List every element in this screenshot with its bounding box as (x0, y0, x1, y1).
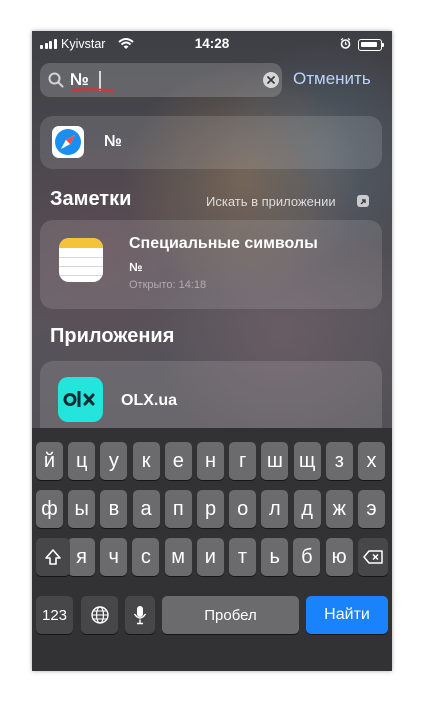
search-icon (48, 72, 64, 88)
numbers-key[interactable]: 123 (36, 596, 73, 634)
key[interactable]: я (68, 538, 95, 576)
key[interactable]: е (164, 442, 192, 480)
key[interactable]: т (229, 538, 256, 576)
note-snippet: № (129, 260, 143, 274)
battery-icon (358, 39, 384, 51)
note-opened-time: Открыто: 14:18 (129, 279, 207, 291)
key[interactable]: б (293, 538, 321, 576)
top-hit-text: № (104, 133, 122, 150)
note-title: Специальные символы (129, 235, 318, 252)
key[interactable]: м (164, 538, 192, 576)
key[interactable]: п (164, 490, 192, 528)
key[interactable]: г (229, 442, 257, 480)
key[interactable]: й (36, 442, 63, 480)
key[interactable]: ь (261, 538, 289, 576)
clock: 14:28 (194, 36, 230, 51)
microphone-icon (133, 606, 147, 625)
key[interactable]: к (132, 442, 160, 480)
key[interactable]: з (325, 442, 353, 480)
safari-icon (52, 126, 84, 158)
shift-key[interactable] (36, 538, 70, 576)
keyboard: йцукенгшщзх фывапролджэ ячсмитьбю 123 Пр… (32, 428, 392, 671)
key[interactable]: с (132, 538, 160, 576)
key[interactable]: ш (261, 442, 289, 480)
search-go-key[interactable]: Найти (306, 596, 388, 634)
key[interactable]: о (229, 490, 257, 528)
note-result-card[interactable]: Специальные символы № Открыто: 14:18 (40, 220, 382, 309)
key[interactable]: а (132, 490, 160, 528)
olx-app-name: OLX.ua (121, 392, 178, 409)
backspace-icon (363, 550, 383, 564)
globe-icon (90, 606, 109, 624)
olx-app-icon[interactable] (58, 377, 103, 422)
close-icon (267, 76, 275, 84)
key[interactable]: у (100, 442, 128, 480)
alarm-icon (340, 38, 351, 49)
notes-app-icon (59, 238, 103, 282)
key[interactable]: э (358, 490, 385, 528)
phone-screen: Kyivstar 14:28 Отменить (32, 31, 392, 671)
search-bar[interactable] (40, 63, 282, 97)
key[interactable]: н (197, 442, 224, 480)
key[interactable]: ы (68, 490, 96, 528)
clear-search-button[interactable] (263, 72, 279, 88)
arrow-up-right-icon[interactable] (357, 195, 369, 207)
key[interactable]: х (358, 442, 385, 480)
space-key[interactable]: Пробел (162, 596, 299, 634)
highlight-underline (72, 88, 114, 93)
key[interactable]: л (261, 490, 289, 528)
status-bar: Kyivstar 14:28 (32, 31, 392, 57)
key[interactable]: ф (36, 490, 63, 528)
key[interactable]: ю (325, 538, 353, 576)
key[interactable]: р (197, 490, 224, 528)
globe-key[interactable] (81, 596, 118, 634)
search-in-app-link[interactable]: Искать в приложении (206, 194, 336, 209)
notes-section-title: Заметки (50, 188, 132, 210)
top-hit-card[interactable]: № (40, 116, 382, 169)
cancel-button[interactable]: Отменить (293, 69, 371, 89)
dictation-key[interactable] (125, 596, 155, 634)
key[interactable]: и (196, 538, 224, 576)
key[interactable]: д (293, 490, 321, 528)
apps-section-title: Приложения (50, 325, 175, 347)
delete-key[interactable] (358, 538, 388, 576)
key[interactable]: в (100, 490, 128, 528)
key[interactable]: ц (68, 442, 96, 480)
key[interactable]: ж (325, 490, 353, 528)
key[interactable]: щ (293, 442, 321, 480)
key[interactable]: ч (100, 538, 128, 576)
shift-icon (45, 549, 61, 565)
